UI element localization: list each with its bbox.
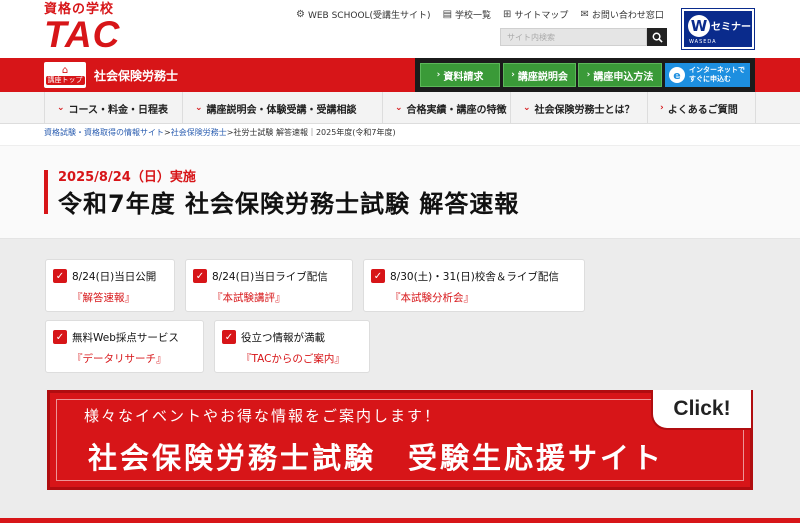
- card-line2: 『TACからのご案内』: [241, 353, 345, 365]
- chevron-right-icon: ›: [586, 70, 591, 80]
- apply-online-button[interactable]: e インターネットで すぐに申込む: [665, 63, 750, 87]
- house-icon: ⌂: [61, 64, 69, 76]
- gear-icon: ⚙: [296, 9, 305, 20]
- page-title: 令和7年度 社会保険労務士試験 解答速報: [58, 190, 520, 218]
- internet-icon: e: [669, 67, 685, 83]
- button-label: 講座申込方法: [593, 71, 654, 83]
- nav-label: 講座説明会・体験受講・受講相談: [206, 104, 357, 116]
- chevron-right-icon: ›: [436, 70, 441, 80]
- card-answer-key[interactable]: ✓ 8/24(日)当日公開 『解答速報』: [45, 259, 175, 312]
- check-icon: ✓: [222, 330, 236, 344]
- logo-wordmark: TAC: [44, 14, 121, 55]
- card-line1: 8/24(日)当日公開: [72, 271, 157, 283]
- nav-item-about[interactable]: ⌄ 社会保険労務士とは？: [510, 92, 647, 124]
- w-seminar-logo[interactable]: W セミナー WASEDA: [681, 8, 755, 50]
- check-icon: ✓: [53, 269, 67, 283]
- breadcrumb-separator: >: [164, 128, 171, 137]
- site-search-input[interactable]: サイト内検索: [500, 28, 647, 46]
- nav-item-courses[interactable]: ⌄ コース・料金・日程表: [44, 92, 182, 124]
- card-analysis-session[interactable]: ✓ 8/30(土)・31(日)校舎＆ライブ配信 『本試験分析会』: [363, 259, 585, 312]
- nav-divider: [755, 92, 756, 124]
- button-label: 講座説明会: [517, 71, 568, 83]
- nav-item-faq[interactable]: › よくあるご質問: [647, 92, 755, 124]
- course-name: 社会保険労務士: [94, 69, 179, 83]
- chevron-down-icon: ⌄: [523, 103, 531, 113]
- util-link-label: お問い合わせ窓口: [591, 11, 664, 21]
- course-top-link[interactable]: ⌂ 講座トップ: [44, 62, 86, 88]
- banner-subtitle: 様々なイベントやお得な情報をご案内します！: [84, 407, 442, 425]
- util-link-contact[interactable]: ✉ お問い合わせ窓口: [580, 8, 663, 21]
- exam-date: 2025/8/24（日）実施: [58, 170, 196, 185]
- card-tac-info[interactable]: ✓ 役立つ情報が満載 『TACからのご案内』: [214, 320, 370, 373]
- mail-icon: ✉: [580, 9, 589, 20]
- chevron-right-icon: ›: [660, 103, 664, 113]
- util-link-sitemap[interactable]: ⊞ サイトマップ: [503, 8, 568, 21]
- request-materials-button[interactable]: › 資料請求: [420, 63, 500, 87]
- util-link-web-school[interactable]: ⚙ WEB SCHOOL(受講生サイト): [296, 8, 431, 21]
- breadcrumb-link-home[interactable]: 資格試験・資格取得の情報サイト: [44, 128, 164, 137]
- nav-item-sessions[interactable]: ⌄ 講座説明会・体験受講・受講相談: [182, 92, 382, 124]
- util-link-label: サイトマップ: [514, 11, 569, 21]
- title-accent-bar: [44, 170, 48, 214]
- tac-logo[interactable]: 資格の学校 TAC: [44, 3, 136, 55]
- breadcrumb-current: >社労士試験 解答速報｜2025年度(令和7年度): [226, 128, 396, 137]
- card-line2: 『本試験分析会』: [390, 292, 474, 304]
- apply-online-line2: すぐに申込む: [689, 75, 731, 83]
- nav-label: 合格実績・講座の特徴: [406, 104, 507, 116]
- apply-online-label: インターネットで すぐに申込む: [689, 66, 745, 84]
- card-line2: 『本試験講評』: [212, 292, 286, 304]
- check-icon: ✓: [53, 330, 67, 344]
- chevron-down-icon: ⌄: [395, 103, 403, 113]
- course-top-label: 講座トップ: [45, 75, 85, 85]
- util-link-label: 学校一覧: [455, 11, 492, 21]
- nav-label: よくあるご質問: [667, 104, 738, 116]
- card-line1: 無料Web採点サービス: [72, 332, 179, 344]
- how-to-apply-button[interactable]: › 講座申込方法: [578, 63, 662, 87]
- util-link-school-list[interactable]: ▤ 学校一覧: [443, 8, 491, 21]
- click-badge: Click!: [651, 390, 753, 430]
- card-line2: 『解答速報』: [72, 292, 135, 304]
- card-line1: 8/30(土)・31(日)校舎＆ライブ配信: [390, 271, 559, 283]
- nav-label: 社会保険労務士とは？: [534, 104, 635, 116]
- card-data-research[interactable]: ✓ 無料Web採点サービス 『データリサーチ』: [45, 320, 204, 373]
- search-button[interactable]: [647, 28, 667, 46]
- w-seminar-sub: WASEDA: [689, 39, 717, 45]
- check-icon: ✓: [193, 269, 207, 283]
- w-seminar-title: セミナー: [711, 22, 751, 33]
- card-line2: 『データリサーチ』: [72, 353, 167, 365]
- bottom-accent-line: [0, 518, 800, 523]
- banner-title: 社会保険労務士試験 受験生応援サイト: [88, 441, 665, 475]
- utility-links: ⚙ WEB SCHOOL(受講生サイト) ▤ 学校一覧 ⊞ サイトマップ ✉ お…: [296, 8, 676, 21]
- main-nav: ⌄ コース・料金・日程表 ⌄ 講座説明会・体験受講・受講相談 ⌄ 合格実績・講座…: [0, 92, 800, 124]
- w-logo-mark: W: [688, 15, 710, 37]
- card-line1: 8/24(日)当日ライブ配信: [212, 271, 328, 283]
- breadcrumb-link-course[interactable]: 社会保険労務士: [171, 128, 227, 137]
- support-site-banner[interactable]: 様々なイベントやお得な情報をご案内します！ 社会保険労務士試験 受験生応援サイト…: [47, 390, 753, 490]
- book-icon: ▤: [442, 9, 453, 20]
- site-header: 資格の学校 TAC ⚙ WEB SCHOOL(受講生サイト) ▤ 学校一覧 ⊞ …: [0, 0, 800, 58]
- check-icon: ✓: [371, 269, 385, 283]
- search-icon: [652, 32, 663, 43]
- nav-label: コース・料金・日程表: [68, 104, 169, 116]
- breadcrumb: 資格試験・資格取得の情報サイト>社会保険労務士>社労士試験 解答速報｜2025年…: [44, 127, 396, 138]
- info-session-button[interactable]: › 講座説明会: [503, 63, 576, 87]
- apply-online-line1: インターネットで: [689, 66, 745, 74]
- card-line1: 役立つ情報が満載: [241, 332, 325, 344]
- button-label: 資料請求: [443, 71, 484, 83]
- util-link-label: WEB SCHOOL(受講生サイト): [307, 11, 431, 21]
- page-title-area: 2025/8/24（日）実施 令和7年度 社会保険労務士試験 解答速報: [0, 145, 800, 239]
- chevron-down-icon: ⌄: [57, 103, 65, 113]
- chevron-down-icon: ⌄: [195, 103, 203, 113]
- nav-item-results[interactable]: ⌄ 合格実績・講座の特徴: [382, 92, 510, 124]
- sitemap-icon: ⊞: [503, 9, 512, 20]
- card-exam-review[interactable]: ✓ 8/24(日)当日ライブ配信 『本試験講評』: [185, 259, 353, 312]
- chevron-right-icon: ›: [511, 70, 515, 80]
